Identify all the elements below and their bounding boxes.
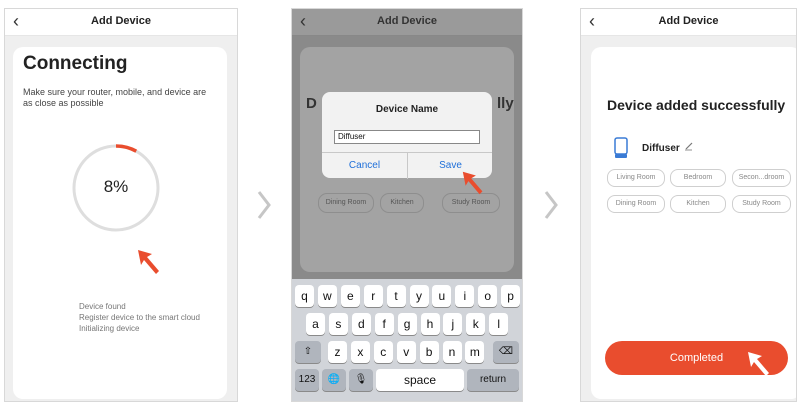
numbers-key[interactable]: 123 — [295, 369, 319, 391]
progress-label: 8% — [103, 177, 129, 196]
key-q[interactable]: q — [295, 285, 314, 307]
key-y[interactable]: y — [409, 285, 429, 307]
key-m[interactable]: m — [465, 341, 485, 363]
mic-key-icon[interactable]: 🎙 — [349, 369, 373, 391]
phone-screen-rename: ‹ Add Device D lly Dining Room Kitchen S… — [291, 8, 523, 402]
key-c[interactable]: c — [373, 341, 393, 363]
key-h[interactable]: h — [420, 313, 440, 335]
key-e[interactable]: e — [340, 285, 360, 307]
step-item: Device found — [79, 302, 126, 311]
return-key[interactable]: return — [467, 369, 519, 391]
pointer-arrow-icon — [138, 250, 159, 274]
key-o[interactable]: o — [478, 285, 498, 307]
pointer-arrow-icon — [748, 352, 769, 376]
key-z[interactable]: z — [328, 341, 347, 363]
key-p[interactable]: p — [501, 285, 521, 307]
shift-key-icon[interactable]: ⇧ — [295, 341, 321, 363]
room-chip-kitchen[interactable]: Kitchen — [670, 195, 726, 213]
key-i[interactable]: i — [455, 285, 475, 307]
phone-screen-connecting: ‹ Add Device Connecting Make sure your r… — [4, 8, 238, 402]
room-chip-study-room[interactable]: Study Room — [732, 195, 791, 213]
device-name-input[interactable] — [334, 130, 480, 144]
key-g[interactable]: g — [397, 313, 417, 335]
nav-bar: ‹ Add Device — [5, 9, 237, 36]
pointer-arrow-icon — [462, 171, 483, 195]
key-w[interactable]: w — [317, 285, 337, 307]
diffuser-device-icon — [614, 137, 628, 158]
key-v[interactable]: v — [396, 341, 416, 363]
nav-title: Add Device — [377, 15, 437, 27]
edit-pencil-icon[interactable] — [684, 141, 694, 151]
nav-title: Add Device — [91, 15, 151, 27]
room-chip-living-room[interactable]: Living Room — [607, 169, 665, 187]
room-chip-dining-room[interactable]: Dining Room — [607, 195, 665, 213]
key-l[interactable]: l — [489, 313, 509, 335]
key-k[interactable]: k — [466, 313, 486, 335]
rename-dialog: Device Name Cancel Save — [322, 92, 492, 179]
step-item: Register device to the smart cloud — [79, 313, 200, 322]
chevron-right-icon — [257, 191, 271, 219]
room-chip-bedroom[interactable]: Bedroom — [670, 169, 726, 187]
key-j[interactable]: j — [443, 313, 463, 335]
key-s[interactable]: s — [328, 313, 348, 335]
key-u[interactable]: u — [432, 285, 452, 307]
hint-text: Make sure your router, mobile, and devic… — [23, 87, 207, 108]
cancel-button[interactable]: Cancel — [322, 153, 407, 179]
nav-title: Add Device — [658, 15, 719, 27]
page-title: Connecting — [23, 53, 128, 74]
page-title: Device added successfully — [607, 97, 786, 113]
progress-ring: 8% — [71, 143, 161, 233]
nav-bar: ‹ Add Device — [581, 9, 796, 36]
background-heading-start: D — [306, 95, 317, 112]
dialog-title: Device Name — [375, 104, 439, 115]
backspace-key-icon[interactable]: ⌫ — [493, 341, 519, 363]
chevron-right-icon — [544, 191, 558, 219]
room-chip: Dining Room — [318, 193, 374, 213]
status-steps: Device found Register device to the smar… — [79, 301, 200, 334]
room-chip: Kitchen — [380, 193, 424, 213]
phone-screen-success: ‹ Add Device Device added successfully D… — [580, 8, 797, 402]
step-item: Initializing device — [79, 324, 140, 333]
device-name: Diffuser — [642, 143, 680, 154]
key-a[interactable]: a — [306, 313, 325, 335]
keyboard: q w e r t y u i o p a s d f g h j k l ⇧ z x c v b n m ⌫ 123 🌐 🎙 space re… — [292, 279, 522, 401]
globe-key-icon[interactable]: 🌐 — [322, 369, 346, 391]
nav-bar: ‹ Add Device — [292, 9, 522, 36]
key-x[interactable]: x — [350, 341, 370, 363]
key-n[interactable]: n — [442, 341, 462, 363]
key-r[interactable]: r — [363, 285, 383, 307]
background-heading-end: lly — [497, 95, 514, 112]
key-d[interactable]: d — [351, 313, 371, 335]
key-b[interactable]: b — [419, 341, 439, 363]
key-t[interactable]: t — [386, 285, 406, 307]
room-chip-second-bedroom[interactable]: Secon...droom — [732, 169, 791, 187]
space-key[interactable]: space — [376, 369, 464, 391]
key-f[interactable]: f — [374, 313, 394, 335]
